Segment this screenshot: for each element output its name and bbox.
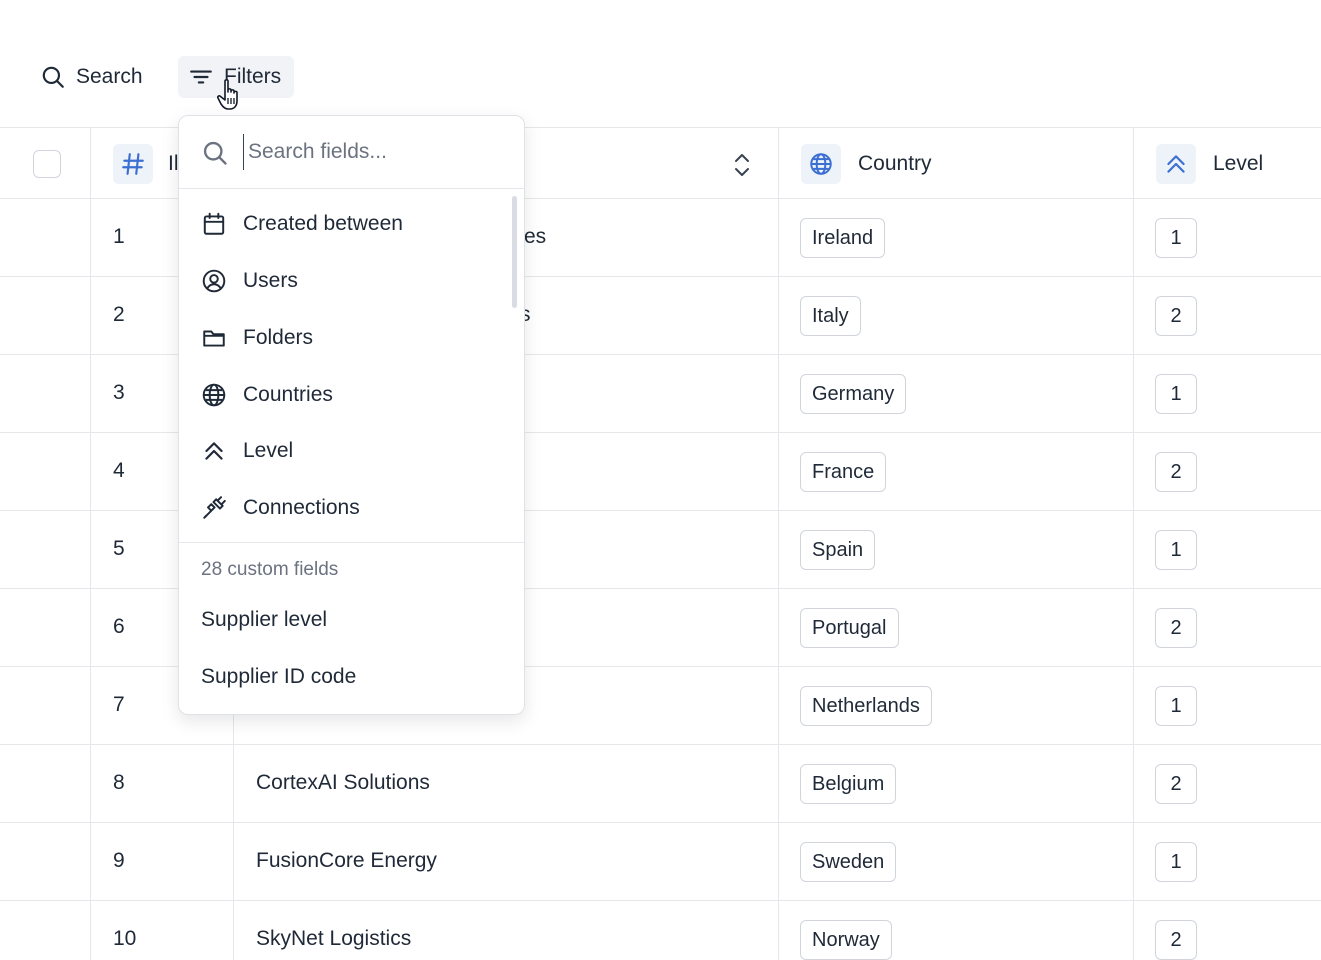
row-id: 10 [113,927,137,950]
search-icon [203,141,227,165]
row-id: 1 [113,225,125,248]
row-name: SkyNet Logistics [256,927,412,950]
row-id: 4 [113,459,125,482]
filter-icon [190,70,212,84]
double-chevron-up-icon [205,442,223,460]
column-header-level[interactable]: Level [1213,152,1263,176]
user-circle-icon [202,269,226,293]
calendar-icon [203,212,225,235]
plug-icon [203,496,226,519]
hash-icon [113,144,153,184]
filter-option-label: Created between [243,212,403,235]
globe-icon [801,144,841,184]
country-tag: France [800,452,887,492]
dropdown-divider [179,542,524,543]
filter-option-label: Countries [243,383,333,406]
field-search-bar [179,116,524,189]
level-badge: 1 [1155,686,1197,726]
filter-option-folders[interactable]: Folders [179,312,509,364]
level-badge: 1 [1155,374,1197,414]
row-id: 7 [113,693,125,716]
hand-cursor-icon [217,79,238,110]
filter-option-connections[interactable]: Connections [179,482,509,534]
level-badge: 1 [1155,218,1197,258]
country-tag: Germany [800,374,907,414]
row-id: 5 [113,537,125,560]
row-name: CortexAI Solutions [256,771,430,794]
filter-option-created-between[interactable]: Created between [179,198,509,250]
search-icon [42,66,64,88]
column-header-id[interactable]: Il [168,152,179,176]
country-tag: Norway [800,920,892,960]
double-chevron-up-icon [1156,144,1196,184]
filters-dropdown: Created between Users Folders Countries … [178,115,525,715]
country-tag: Portugal [800,608,899,648]
folder-icon [203,330,225,347]
row-id: 3 [113,381,125,404]
level-badge: 2 [1155,452,1197,492]
filter-option-countries[interactable]: Countries [179,369,509,421]
dropdown-scrollbar[interactable] [512,196,517,308]
level-badge: 2 [1155,608,1197,648]
filter-option-level[interactable]: Level [179,425,509,477]
custom-field-supplier-level[interactable]: Supplier level [201,608,327,632]
row-name: es [524,225,547,248]
custom-field-supplier-id-code[interactable]: Supplier ID code [201,665,356,689]
table-row[interactable]: 9 FusionCore Energy Sweden 1 [0,823,1321,901]
filter-option-label: Folders [243,326,314,349]
row-id: 9 [113,849,125,872]
filter-option-users[interactable]: Users [179,255,509,307]
filter-option-label: Users [243,269,298,292]
custom-fields-heading: 28 custom fields [201,559,339,580]
country-tag: Belgium [800,764,897,804]
country-tag: Sweden [800,842,897,882]
field-search-input[interactable] [243,134,503,170]
table-row[interactable]: 10 SkyNet Logistics Norway 2 [0,901,1321,960]
search-button-label: Search [76,65,143,88]
filter-option-label: Connections [243,496,360,519]
country-tag: Ireland [800,218,886,258]
table-row[interactable]: 8 CortexAI Solutions Belgium 2 [0,745,1321,823]
search-button[interactable]: Search [30,56,153,98]
toolbar: Search Filters [0,0,1321,128]
level-badge: 2 [1155,920,1197,960]
country-tag: Spain [800,530,876,570]
sort-icon[interactable] [729,150,755,180]
filter-option-label: Level [243,439,294,462]
select-all-checkbox[interactable] [33,150,61,178]
country-tag: Italy [800,296,861,336]
row-name: FusionCore Energy [256,849,437,872]
level-badge: 1 [1155,842,1197,882]
globe-icon [202,383,226,407]
row-id: 6 [113,615,125,638]
level-badge: 1 [1155,530,1197,570]
column-header-country[interactable]: Country [858,152,932,176]
row-id: 2 [113,303,125,326]
country-tag: Netherlands [800,686,932,726]
level-badge: 2 [1155,296,1197,336]
level-badge: 2 [1155,764,1197,804]
row-id: 8 [113,771,125,794]
